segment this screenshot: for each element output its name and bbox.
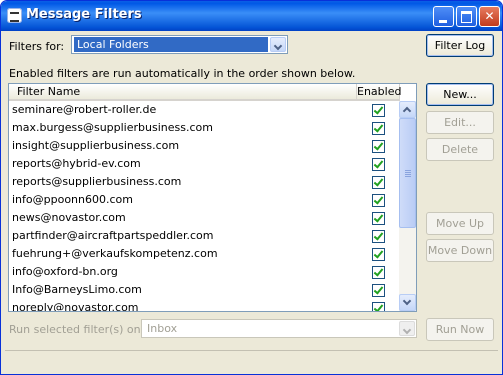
filter-name: news@novastor.com xyxy=(12,211,126,224)
grip-line xyxy=(405,174,411,175)
filter-log-button[interactable]: Filter Log xyxy=(426,34,494,57)
edit-filter-button[interactable]: Edit... xyxy=(426,111,494,134)
chevron-down-icon[interactable] xyxy=(270,37,286,52)
move-down-button[interactable]: Move Down xyxy=(426,239,494,262)
filter-row[interactable]: Info@BarneysLimo.com xyxy=(9,281,398,299)
enabled-checkbox[interactable] xyxy=(372,230,385,243)
run-selected-label: Run selected filter(s) on: xyxy=(9,323,145,336)
window-title: Message Filters xyxy=(26,7,142,22)
enabled-checkbox[interactable] xyxy=(372,122,385,135)
new-filter-button[interactable]: New... xyxy=(426,83,494,106)
close-button[interactable] xyxy=(479,6,500,27)
enabled-checkbox[interactable] xyxy=(372,176,385,189)
chevron-down-icon[interactable] xyxy=(399,321,415,336)
message-filters-window: Message Filters Filters for: Local Folde… xyxy=(0,0,503,375)
run-on-folder-value: Inbox xyxy=(147,322,178,335)
grip-line xyxy=(405,176,411,177)
filter-name: max.burgess@supplierbusiness.com xyxy=(12,121,213,134)
filter-name: insight@supplierbusiness.com xyxy=(12,139,180,152)
filter-row[interactable]: noreply@novastor.com xyxy=(9,299,398,312)
filter-row[interactable]: news@novastor.com xyxy=(9,209,398,227)
filter-name: fuehrung+@verkaufskompetenz.com xyxy=(12,247,218,260)
enabled-checkbox[interactable] xyxy=(372,212,385,225)
filter-name: reports@supplierbusiness.com xyxy=(12,175,182,188)
column-header-enabled[interactable]: Enabled xyxy=(357,84,401,101)
filter-row[interactable]: fuehrung+@verkaufskompetenz.com xyxy=(9,245,398,263)
filters-for-value: Local Folders xyxy=(74,37,268,52)
filter-name: info@ppoonn600.com xyxy=(12,193,133,206)
filter-row[interactable]: info@ppoonn600.com xyxy=(9,191,398,209)
run-now-button[interactable]: Run Now xyxy=(426,318,494,341)
run-on-folder-dropdown[interactable]: Inbox xyxy=(141,319,417,338)
grip-line xyxy=(405,170,411,171)
filter-row[interactable]: reports@supplierbusiness.com xyxy=(9,173,398,191)
maximize-button[interactable] xyxy=(456,6,477,27)
delete-filter-button[interactable]: Delete xyxy=(426,138,494,161)
filter-row[interactable]: seminare@robert-roller.de xyxy=(9,101,398,119)
vertical-scrollbar[interactable] xyxy=(399,101,416,311)
filter-name: reports@hybrid-ev.com xyxy=(12,157,141,170)
scroll-down-arrow-icon[interactable] xyxy=(399,294,416,311)
title-bar[interactable]: Message Filters xyxy=(1,1,502,31)
enabled-checkbox[interactable] xyxy=(372,104,385,117)
enabled-checkbox[interactable] xyxy=(372,266,385,279)
description-text: Enabled filters are run automatically in… xyxy=(9,67,356,80)
column-header-filter-name[interactable]: Filter Name xyxy=(9,84,357,101)
filter-row[interactable]: partfinder@aircraftpartspeddler.com xyxy=(9,227,398,245)
filter-row[interactable]: max.burgess@supplierbusiness.com xyxy=(9,119,398,137)
grip-line xyxy=(405,172,411,173)
scroll-thumb[interactable] xyxy=(399,118,416,228)
filter-row[interactable]: info@oxford-bn.org xyxy=(9,263,398,281)
filter-name: Info@BarneysLimo.com xyxy=(12,283,142,296)
filter-row[interactable]: reports@hybrid-ev.com xyxy=(9,155,398,173)
move-up-button[interactable]: Move Up xyxy=(426,212,494,235)
status-bar xyxy=(5,350,498,370)
filters-for-dropdown[interactable]: Local Folders xyxy=(71,35,288,54)
filter-row[interactable]: insight@supplierbusiness.com xyxy=(9,137,398,155)
enabled-checkbox[interactable] xyxy=(372,248,385,261)
enabled-checkbox[interactable] xyxy=(372,194,385,207)
filter-list[interactable]: Filter Name Enabled seminare@robert-roll… xyxy=(8,83,417,312)
filters-for-label: Filters for: xyxy=(9,40,65,53)
scroll-up-arrow-icon[interactable] xyxy=(399,101,416,118)
filter-name: noreply@novastor.com xyxy=(12,301,139,312)
minimize-button[interactable] xyxy=(433,6,454,27)
enabled-checkbox[interactable] xyxy=(372,158,385,171)
enabled-checkbox[interactable] xyxy=(372,284,385,297)
filter-name: seminare@robert-roller.de xyxy=(12,103,157,116)
app-icon xyxy=(7,8,22,23)
enabled-checkbox[interactable] xyxy=(372,302,385,311)
filter-name: info@oxford-bn.org xyxy=(12,265,118,278)
enabled-checkbox[interactable] xyxy=(372,140,385,153)
filter-name: partfinder@aircraftpartspeddler.com xyxy=(12,229,214,242)
